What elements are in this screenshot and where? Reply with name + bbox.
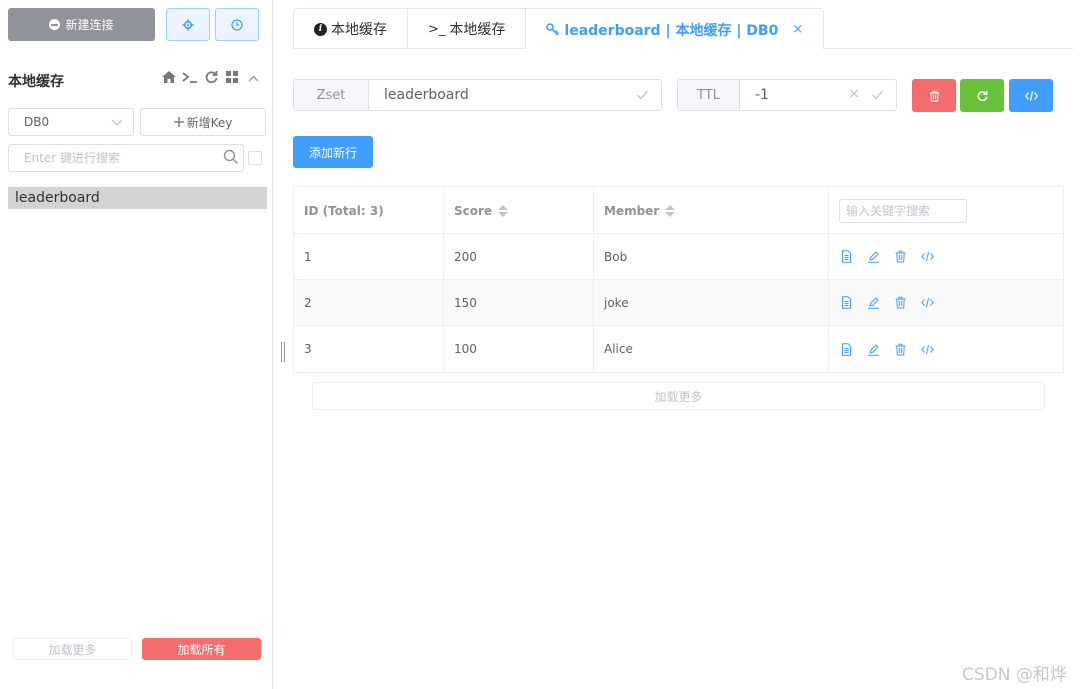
cell-score: 100 <box>444 326 594 372</box>
key-name-field: Zset leaderboard <box>293 79 662 111</box>
trash-icon <box>929 90 939 102</box>
edit-icon[interactable] <box>866 250 880 264</box>
home-icon[interactable] <box>161 70 177 87</box>
table-row: 2 150 joke <box>294 280 1063 326</box>
terminal-icon: >_ <box>428 21 446 37</box>
view-icon[interactable] <box>839 342 853 356</box>
trash-icon[interactable] <box>893 342 907 356</box>
db-select[interactable]: DB0 <box>8 108 134 136</box>
column-header-member[interactable]: Member <box>594 187 829 234</box>
connection-title: 本地缓存 <box>8 74 64 90</box>
code-icon[interactable] <box>920 296 934 310</box>
cell-score: 150 <box>444 280 594 325</box>
edit-icon[interactable] <box>866 342 880 356</box>
cell-actions <box>829 234 1063 279</box>
sidebar: 新建连接 本地缓存 DB0 新增Key Enter 键进行搜索 leaderbo… <box>0 0 273 689</box>
watermark: CSDN @和烨 <box>962 665 1067 685</box>
tab-connection-info[interactable]: i 本地缓存 <box>294 9 408 49</box>
key-list-item[interactable]: leaderboard <box>8 187 267 209</box>
new-connection-button[interactable]: 新建连接 <box>8 8 155 41</box>
view-icon[interactable] <box>839 296 853 310</box>
cell-actions <box>829 326 1063 372</box>
view-icon[interactable] <box>839 250 853 264</box>
key-name-value: leaderboard <box>384 87 469 103</box>
code-icon[interactable] <box>920 250 934 264</box>
trash-icon[interactable] <box>893 296 907 310</box>
key-type-label: Zset <box>294 80 369 110</box>
code-icon[interactable] <box>920 342 934 356</box>
dump-command-button[interactable] <box>1009 79 1053 112</box>
column-label: Member <box>604 203 660 218</box>
close-icon[interactable]: × <box>792 22 803 37</box>
table-search-input[interactable] <box>839 198 967 223</box>
members-table: ID (Total: 3) Score Member 1 200 Bob <box>293 186 1064 373</box>
tab-key-detail[interactable]: leaderboard | 本地缓存 | DB0 × <box>526 9 824 50</box>
new-connection-label: 新建连接 <box>65 18 114 32</box>
column-header-id: ID (Total: 3) <box>294 187 444 234</box>
column-label: Score <box>454 203 493 218</box>
cell-member: joke <box>594 280 829 325</box>
column-header-actions <box>829 187 1063 234</box>
tab-bar: i 本地缓存 >_ 本地缓存 leaderboard | 本地缓存 | DB0 … <box>293 8 825 50</box>
sort-icon[interactable] <box>665 204 676 217</box>
cell-member: Alice <box>594 326 829 372</box>
cell-member: Bob <box>594 234 829 279</box>
key-icon <box>546 23 560 36</box>
connection-toolbar <box>161 70 261 87</box>
ttl-label: TTL <box>678 80 740 110</box>
key-search-input[interactable] <box>8 144 244 172</box>
clock-icon <box>231 18 243 31</box>
delete-key-button[interactable] <box>912 79 956 112</box>
trash-icon[interactable] <box>893 250 907 264</box>
search-icon[interactable] <box>223 149 239 165</box>
tab-label: leaderboard | 本地缓存 | DB0 <box>564 22 779 39</box>
plus-icon <box>173 117 184 127</box>
gear-icon <box>182 19 194 30</box>
cell-actions <box>829 280 1063 325</box>
refresh-key-button[interactable] <box>960 79 1004 112</box>
check-icon[interactable] <box>871 88 884 101</box>
minus-circle-icon <box>49 19 61 30</box>
column-header-score[interactable]: Score <box>444 187 594 234</box>
info-icon: i <box>314 22 327 36</box>
ttl-value: -1 <box>755 87 769 103</box>
table-row: 1 200 Bob <box>294 234 1063 280</box>
ttl-input[interactable]: -1 × <box>740 80 896 110</box>
cell-id: 2 <box>294 280 444 325</box>
add-key-label: 新增Key <box>186 115 233 130</box>
table-row: 3 100 Alice <box>294 326 1063 372</box>
grid-icon[interactable] <box>224 70 240 87</box>
tab-terminal[interactable]: >_ 本地缓存 <box>408 9 527 49</box>
clear-icon[interactable]: × <box>848 86 860 102</box>
chevron-down-icon <box>111 119 123 126</box>
refresh-icon <box>977 90 987 101</box>
code-icon <box>1024 90 1038 101</box>
terminal-icon[interactable] <box>182 71 198 87</box>
settings-button[interactable] <box>166 8 210 41</box>
cell-id: 1 <box>294 234 444 279</box>
app-window: 新建连接 本地缓存 DB0 新增Key Enter 键进行搜索 leaderbo… <box>0 0 1084 689</box>
panel-resize-handle[interactable] <box>281 342 285 362</box>
cell-id: 3 <box>294 326 444 372</box>
load-more-keys-button[interactable]: 加载更多 <box>13 638 132 660</box>
add-key-button[interactable]: 新增Key <box>140 108 266 136</box>
add-row-button[interactable]: 添加新行 <box>293 136 373 168</box>
tab-label: 本地缓存 <box>449 22 506 38</box>
check-icon[interactable] <box>636 88 649 101</box>
exact-search-checkbox[interactable] <box>248 151 262 165</box>
db-select-value: DB0 <box>24 115 50 129</box>
history-button[interactable] <box>215 8 259 41</box>
tab-label: 本地缓存 <box>331 22 387 38</box>
column-label: ID (Total: 3) <box>304 203 384 218</box>
sort-icon[interactable] <box>498 204 509 217</box>
key-name-input[interactable]: leaderboard <box>369 80 661 110</box>
load-more-rows-button[interactable]: 加载更多 <box>312 382 1045 410</box>
refresh-icon[interactable] <box>203 70 219 87</box>
cell-score: 200 <box>444 234 594 279</box>
edit-icon[interactable] <box>866 296 880 310</box>
load-all-keys-button[interactable]: 加载所有 <box>142 638 261 660</box>
table-header: ID (Total: 3) Score Member <box>294 187 1063 234</box>
chevron-up-icon[interactable] <box>245 71 261 86</box>
ttl-field: TTL -1 × <box>677 79 897 111</box>
